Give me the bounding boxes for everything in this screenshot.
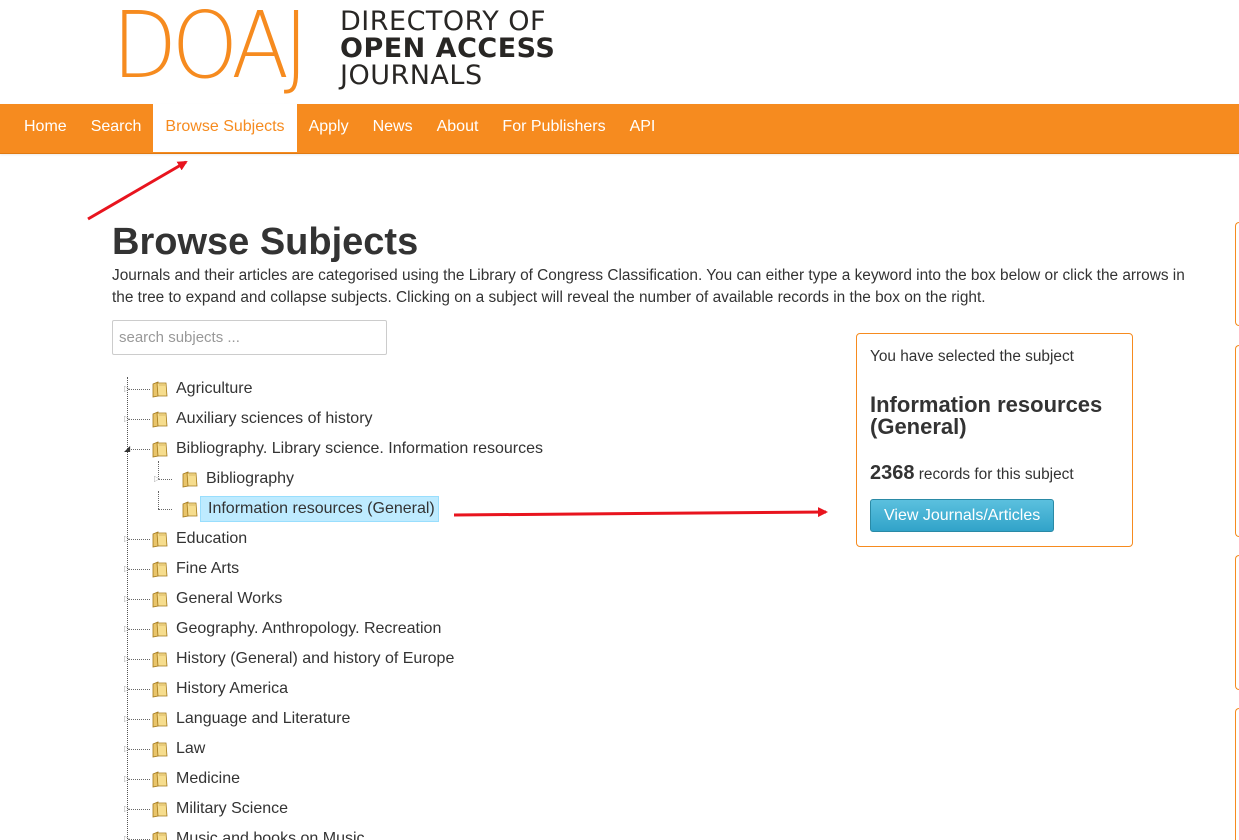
page-intro: Journals and their articles are categori… (112, 267, 1185, 306)
expand-arrow-icon[interactable]: ▷ (124, 415, 130, 423)
expand-arrow-icon[interactable]: ▷ (124, 805, 130, 813)
nav-item-apply[interactable]: Apply (297, 104, 361, 152)
folder-icon (181, 470, 199, 488)
expand-arrow-icon[interactable]: ▷ (124, 715, 130, 723)
doaj-logo[interactable]: DOAJ DIRECTORY OF OPEN ACCESS JOURNALS (112, 0, 555, 99)
selected-subject-intro: You have selected the subject (870, 348, 1074, 365)
folder-icon (151, 440, 169, 458)
tree-node-label[interactable]: History America (172, 677, 292, 701)
tree-connector (128, 719, 150, 720)
tree-node-label[interactable]: Medicine (172, 767, 244, 791)
expand-arrow-icon[interactable]: ▷ (154, 475, 160, 483)
edge-panel-3 (1235, 555, 1239, 690)
logo-text: DIRECTORY OF OPEN ACCESS JOURNALS (340, 8, 555, 89)
tree-connector (128, 389, 150, 390)
tree-connector (128, 749, 150, 750)
tree-node-label[interactable]: Education (172, 527, 251, 551)
view-journals-articles-button[interactable]: View Journals/Articles (870, 499, 1055, 532)
record-count-line: 2368 records for this subject (870, 462, 1074, 485)
folder-icon (151, 830, 169, 840)
red-arrow-icon (87, 160, 188, 221)
tree-connector (128, 689, 150, 690)
tree-connector (158, 509, 172, 510)
tree-node-label[interactable]: Language and Literature (172, 707, 354, 731)
nav-item-news[interactable]: News (361, 104, 425, 152)
collapse-arrow-icon[interactable]: ◢ (124, 445, 130, 453)
tree-connector (128, 629, 150, 630)
record-count: 2368 (870, 462, 915, 484)
nav-list: Home Search Browse Subjects Apply News About F… (0, 104, 1239, 152)
search-subjects-input[interactable] (112, 320, 387, 355)
folder-icon (151, 380, 169, 398)
folder-icon (151, 680, 169, 698)
record-count-suffix: records for this subject (914, 466, 1074, 483)
tree-connector (128, 809, 150, 810)
folder-icon (151, 650, 169, 668)
tree-node-label-selected[interactable]: Information resources (General) (178, 497, 439, 521)
folder-icon (151, 710, 169, 728)
tree-connector (128, 659, 150, 660)
folder-icon (151, 740, 169, 758)
nav-item-api[interactable]: API (618, 104, 668, 152)
tree-node-label[interactable]: Bibliography. Library science. Informati… (172, 437, 547, 461)
folder-icon (151, 560, 169, 578)
expand-arrow-icon[interactable]: ▷ (124, 385, 130, 393)
edge-panel-4 (1235, 708, 1239, 840)
selected-subject-name: Information resources (General) (870, 392, 1103, 439)
nav-item-browse-subjects[interactable]: Browse Subjects (153, 104, 297, 152)
logo-line-3: JOURNALS (340, 60, 483, 91)
nav-item-for-publishers[interactable]: For Publishers (490, 104, 617, 152)
folder-icon (151, 530, 169, 548)
expand-arrow-icon[interactable]: ▷ (124, 775, 130, 783)
tree-node-label[interactable]: Geography. Anthropology. Recreation (172, 617, 445, 641)
tree-node-label[interactable]: History (General) and history of Europe (172, 647, 458, 671)
expand-arrow-icon[interactable]: ▷ (124, 745, 130, 753)
tree-connector (158, 479, 172, 480)
tree-node-label[interactable]: Auxiliary sciences of history (172, 407, 377, 431)
expand-arrow-icon[interactable]: ▷ (124, 835, 130, 840)
edge-panel-1 (1235, 222, 1239, 326)
tree-connector (128, 569, 150, 570)
nav-item-about[interactable]: About (425, 104, 491, 152)
expand-arrow-icon[interactable]: ▷ (124, 595, 130, 603)
folder-icon (151, 620, 169, 638)
page-title: Browse Subjects (112, 221, 419, 263)
tree-node-label[interactable]: Agriculture (172, 377, 256, 401)
folder-icon (151, 800, 169, 818)
nav-item-home[interactable]: Home (12, 104, 79, 152)
tree-node-label[interactable]: Bibliography (202, 467, 298, 491)
tree-node-label[interactable]: Music and books on Music (172, 827, 369, 840)
expand-arrow-icon[interactable]: ▷ (124, 535, 130, 543)
folder-icon (151, 590, 169, 608)
tree-node-label[interactable]: Military Science (172, 797, 292, 821)
expand-arrow-icon[interactable]: ▷ (124, 655, 130, 663)
selected-subject-panel: You have selected the subject Informatio… (856, 333, 1133, 547)
logo-line-2: OPEN ACCESS (340, 33, 556, 64)
tree-node-label[interactable]: Law (172, 737, 209, 761)
tree-connector (128, 449, 150, 450)
tree-node-label[interactable]: Fine Arts (172, 557, 243, 581)
tree-node-label[interactable]: General Works (172, 587, 286, 611)
tree-connector (128, 779, 150, 780)
main-navbar: Home Search Browse Subjects Apply News About F… (0, 104, 1239, 154)
logo-line-1: DIRECTORY OF (340, 6, 547, 37)
expand-arrow-icon[interactable]: ▷ (124, 625, 130, 633)
edge-panel-2 (1235, 345, 1239, 537)
expand-arrow-icon[interactable]: ▷ (124, 565, 130, 573)
folder-icon (151, 410, 169, 428)
nav-item-search[interactable]: Search (79, 104, 154, 152)
tree-connector (128, 539, 150, 540)
tree-connector (128, 599, 150, 600)
folder-icon (151, 770, 169, 788)
tree-connector (128, 419, 150, 420)
tree-connector (158, 491, 159, 509)
logo-letters: DOAJ (112, 0, 309, 99)
red-arrow-icon (453, 507, 828, 518)
expand-arrow-icon[interactable]: ▷ (124, 685, 130, 693)
